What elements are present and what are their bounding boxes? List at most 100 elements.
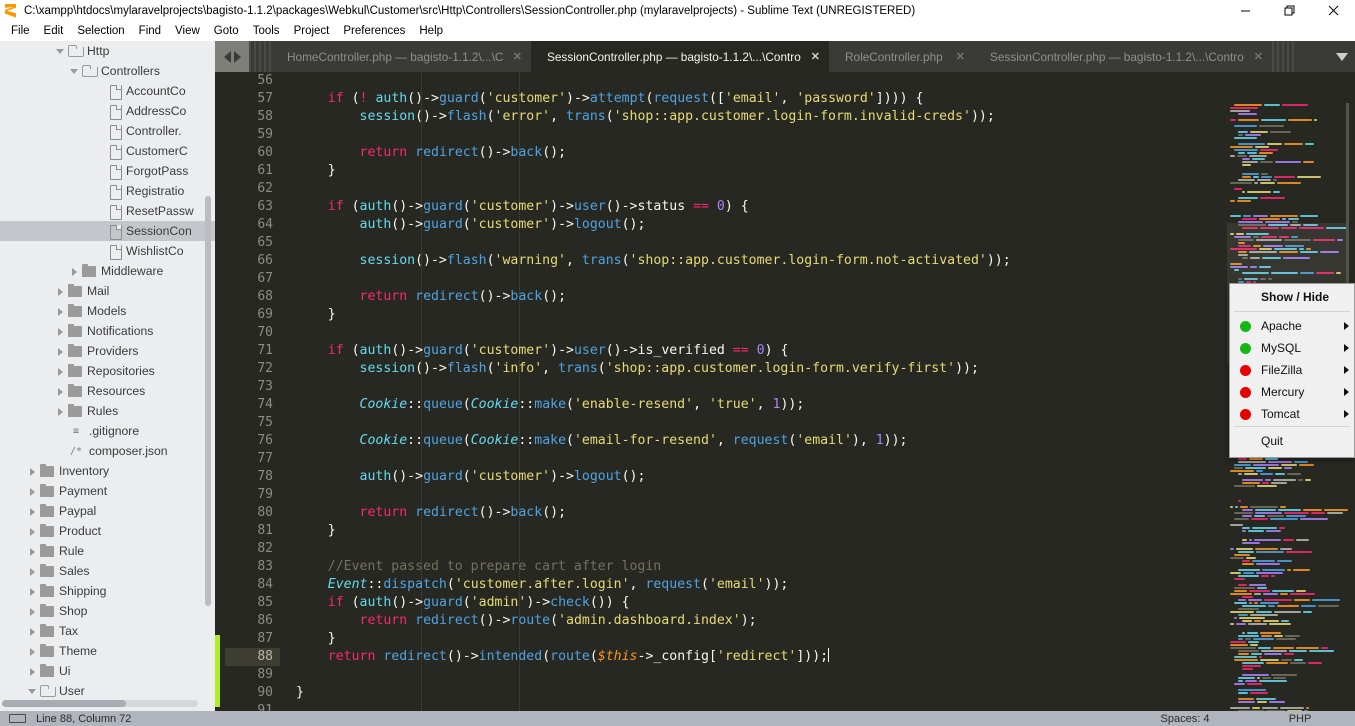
code-line-85[interactable]: if (auth()->guard('admin')->check()) { bbox=[280, 594, 1220, 612]
chevron-right-icon[interactable] bbox=[28, 607, 37, 616]
code-line-77[interactable] bbox=[280, 450, 1220, 468]
tree-item-inventory[interactable]: Inventory bbox=[0, 461, 215, 481]
language-status[interactable]: PHP bbox=[1245, 713, 1355, 725]
code-line-88[interactable]: return redirect()->intended(route($this-… bbox=[280, 648, 1220, 666]
tree-item-repositories[interactable]: Repositories bbox=[0, 361, 215, 381]
tree-item-notifications[interactable]: Notifications bbox=[0, 321, 215, 341]
menu-item-help[interactable]: Help bbox=[412, 23, 450, 39]
tab-overflow-menu-button[interactable] bbox=[1329, 41, 1355, 72]
tree-item-composerjson[interactable]: /* composer.json bbox=[0, 441, 215, 461]
tab-close-icon[interactable]: ✕ bbox=[1254, 50, 1263, 63]
code-line-87[interactable]: } bbox=[280, 630, 1220, 648]
xampp-service-tomcat[interactable]: Tomcat bbox=[1230, 403, 1354, 425]
code-line-84[interactable]: Event::dispatch('customer.after.login', … bbox=[280, 576, 1220, 594]
code-line-65[interactable] bbox=[280, 234, 1220, 252]
code-line-57[interactable]: if (! auth()->guard('customer')->attempt… bbox=[280, 90, 1220, 108]
xampp-service-filezilla[interactable]: FileZilla bbox=[1230, 359, 1354, 381]
editor-tab-0[interactable]: HomeController.php — bagisto-1.1.2\...\C… bbox=[271, 41, 531, 72]
tree-item-resources[interactable]: Resources bbox=[0, 381, 215, 401]
code-line-79[interactable] bbox=[280, 486, 1220, 504]
code-line-81[interactable]: } bbox=[280, 522, 1220, 540]
code-line-91[interactable] bbox=[280, 702, 1220, 711]
code-line-76[interactable]: Cookie::queue(Cookie::make('email-for-re… bbox=[280, 432, 1220, 450]
minimize-button[interactable] bbox=[1223, 0, 1267, 21]
code-line-64[interactable]: auth()->guard('customer')->logout(); bbox=[280, 216, 1220, 234]
code-line-73[interactable] bbox=[280, 378, 1220, 396]
menu-item-file[interactable]: File bbox=[4, 23, 37, 39]
tree-item-rules[interactable]: Rules bbox=[0, 401, 215, 421]
code-line-56[interactable] bbox=[280, 72, 1220, 90]
code-line-89[interactable] bbox=[280, 666, 1220, 684]
tree-item-paypal[interactable]: Paypal bbox=[0, 501, 215, 521]
tree-item-providers[interactable]: Providers bbox=[0, 341, 215, 361]
tab-close-icon[interactable]: ✕ bbox=[513, 50, 522, 63]
submenu-arrow-icon[interactable] bbox=[1338, 388, 1354, 396]
chevron-right-icon[interactable] bbox=[56, 307, 65, 316]
code-text[interactable]: if (! auth()->guard('customer')->attempt… bbox=[280, 72, 1220, 711]
maximize-button[interactable] bbox=[1267, 0, 1311, 21]
chevron-right-icon[interactable] bbox=[28, 487, 37, 496]
code-line-71[interactable]: if (auth()->guard('customer')->user()->i… bbox=[280, 342, 1220, 360]
code-line-72[interactable]: session()->flash('info', trans('shop::ap… bbox=[280, 360, 1220, 378]
tree-item-wishlistco[interactable]: WishlistCo bbox=[0, 241, 215, 261]
code-line-59[interactable] bbox=[280, 126, 1220, 144]
editor-tab-3[interactable]: SessionController.php — bagisto-1.1.2\..… bbox=[974, 41, 1272, 72]
chevron-right-icon[interactable] bbox=[28, 667, 37, 676]
xampp-service-apache[interactable]: Apache bbox=[1230, 315, 1354, 337]
tree-item-controller[interactable]: Controller. bbox=[0, 121, 215, 141]
code-line-61[interactable]: } bbox=[280, 162, 1220, 180]
code-line-62[interactable] bbox=[280, 180, 1220, 198]
submenu-arrow-icon[interactable] bbox=[1338, 410, 1354, 418]
chevron-right-icon[interactable] bbox=[56, 367, 65, 376]
editor-tab-2[interactable]: RoleController.php ✕ bbox=[829, 41, 974, 72]
menu-item-tools[interactable]: Tools bbox=[246, 23, 287, 39]
minimap-scrollbar[interactable] bbox=[1346, 103, 1349, 313]
xampp-service-mercury[interactable]: Mercury bbox=[1230, 381, 1354, 403]
indentation-status[interactable]: Spaces: 4 bbox=[1125, 713, 1245, 725]
tree-item-http[interactable]: Http bbox=[0, 41, 215, 61]
code-line-66[interactable]: session()->flash('warning', trans('shop:… bbox=[280, 252, 1220, 270]
tree-item-sessioncon[interactable]: SessionCon bbox=[0, 221, 215, 241]
xampp-quit-item[interactable]: Quit bbox=[1230, 430, 1354, 452]
chevron-right-icon[interactable] bbox=[70, 267, 79, 276]
chevron-down-icon[interactable] bbox=[28, 687, 37, 696]
submenu-arrow-icon[interactable] bbox=[1338, 344, 1354, 352]
code-line-74[interactable]: Cookie::queue(Cookie::make('enable-resen… bbox=[280, 396, 1220, 414]
editor-tab-1[interactable]: SessionController.php — bagisto-1.1.2\..… bbox=[531, 41, 829, 72]
menu-item-preferences[interactable]: Preferences bbox=[336, 23, 412, 39]
close-button[interactable] bbox=[1311, 0, 1355, 21]
chevron-right-icon[interactable] bbox=[233, 50, 241, 63]
tree-item-gitignore[interactable]: ≡ .gitignore bbox=[0, 421, 215, 441]
code-line-83[interactable]: //Event passed to prepare cart after log… bbox=[280, 558, 1220, 576]
code-line-82[interactable] bbox=[280, 540, 1220, 558]
tab-scroll-arrows[interactable] bbox=[215, 41, 249, 72]
tree-item-forgotpass[interactable]: ForgotPass bbox=[0, 161, 215, 181]
tree-item-controllers[interactable]: Controllers bbox=[0, 61, 215, 81]
submenu-arrow-icon[interactable] bbox=[1338, 322, 1354, 330]
code-line-86[interactable]: return redirect()->route('admin.dashboar… bbox=[280, 612, 1220, 630]
tree-item-sales[interactable]: Sales bbox=[0, 561, 215, 581]
menu-item-find[interactable]: Find bbox=[132, 23, 168, 39]
code-line-90[interactable]: } bbox=[280, 684, 1220, 702]
tree-item-registratio[interactable]: Registratio bbox=[0, 181, 215, 201]
menu-item-project[interactable]: Project bbox=[287, 23, 337, 39]
tree-item-user[interactable]: User bbox=[0, 681, 215, 701]
tree-item-customerc[interactable]: CustomerC bbox=[0, 141, 215, 161]
chevron-right-icon[interactable] bbox=[56, 287, 65, 296]
chevron-right-icon[interactable] bbox=[28, 587, 37, 596]
tree-item-rule[interactable]: Rule bbox=[0, 541, 215, 561]
tree-item-shop[interactable]: Shop bbox=[0, 601, 215, 621]
tree-item-theme[interactable]: Theme bbox=[0, 641, 215, 661]
code-line-60[interactable]: return redirect()->back(); bbox=[280, 144, 1220, 162]
code-pane[interactable]: 56 57 58 59 60 61 62 63 64 65 66 67 68 69 70 71 72 73 74 75… bbox=[215, 72, 1355, 711]
chevron-right-icon[interactable] bbox=[28, 647, 37, 656]
menu-item-view[interactable]: View bbox=[168, 23, 207, 39]
code-line-67[interactable] bbox=[280, 270, 1220, 288]
tree-item-models[interactable]: Models bbox=[0, 301, 215, 321]
code-line-69[interactable]: } bbox=[280, 306, 1220, 324]
chevron-right-icon[interactable] bbox=[28, 467, 37, 476]
tree-item-middleware[interactable]: Middleware bbox=[0, 261, 215, 281]
chevron-down-icon[interactable] bbox=[70, 67, 79, 76]
tree-item-shipping[interactable]: Shipping bbox=[0, 581, 215, 601]
tree-item-addressco[interactable]: AddressCo bbox=[0, 101, 215, 121]
